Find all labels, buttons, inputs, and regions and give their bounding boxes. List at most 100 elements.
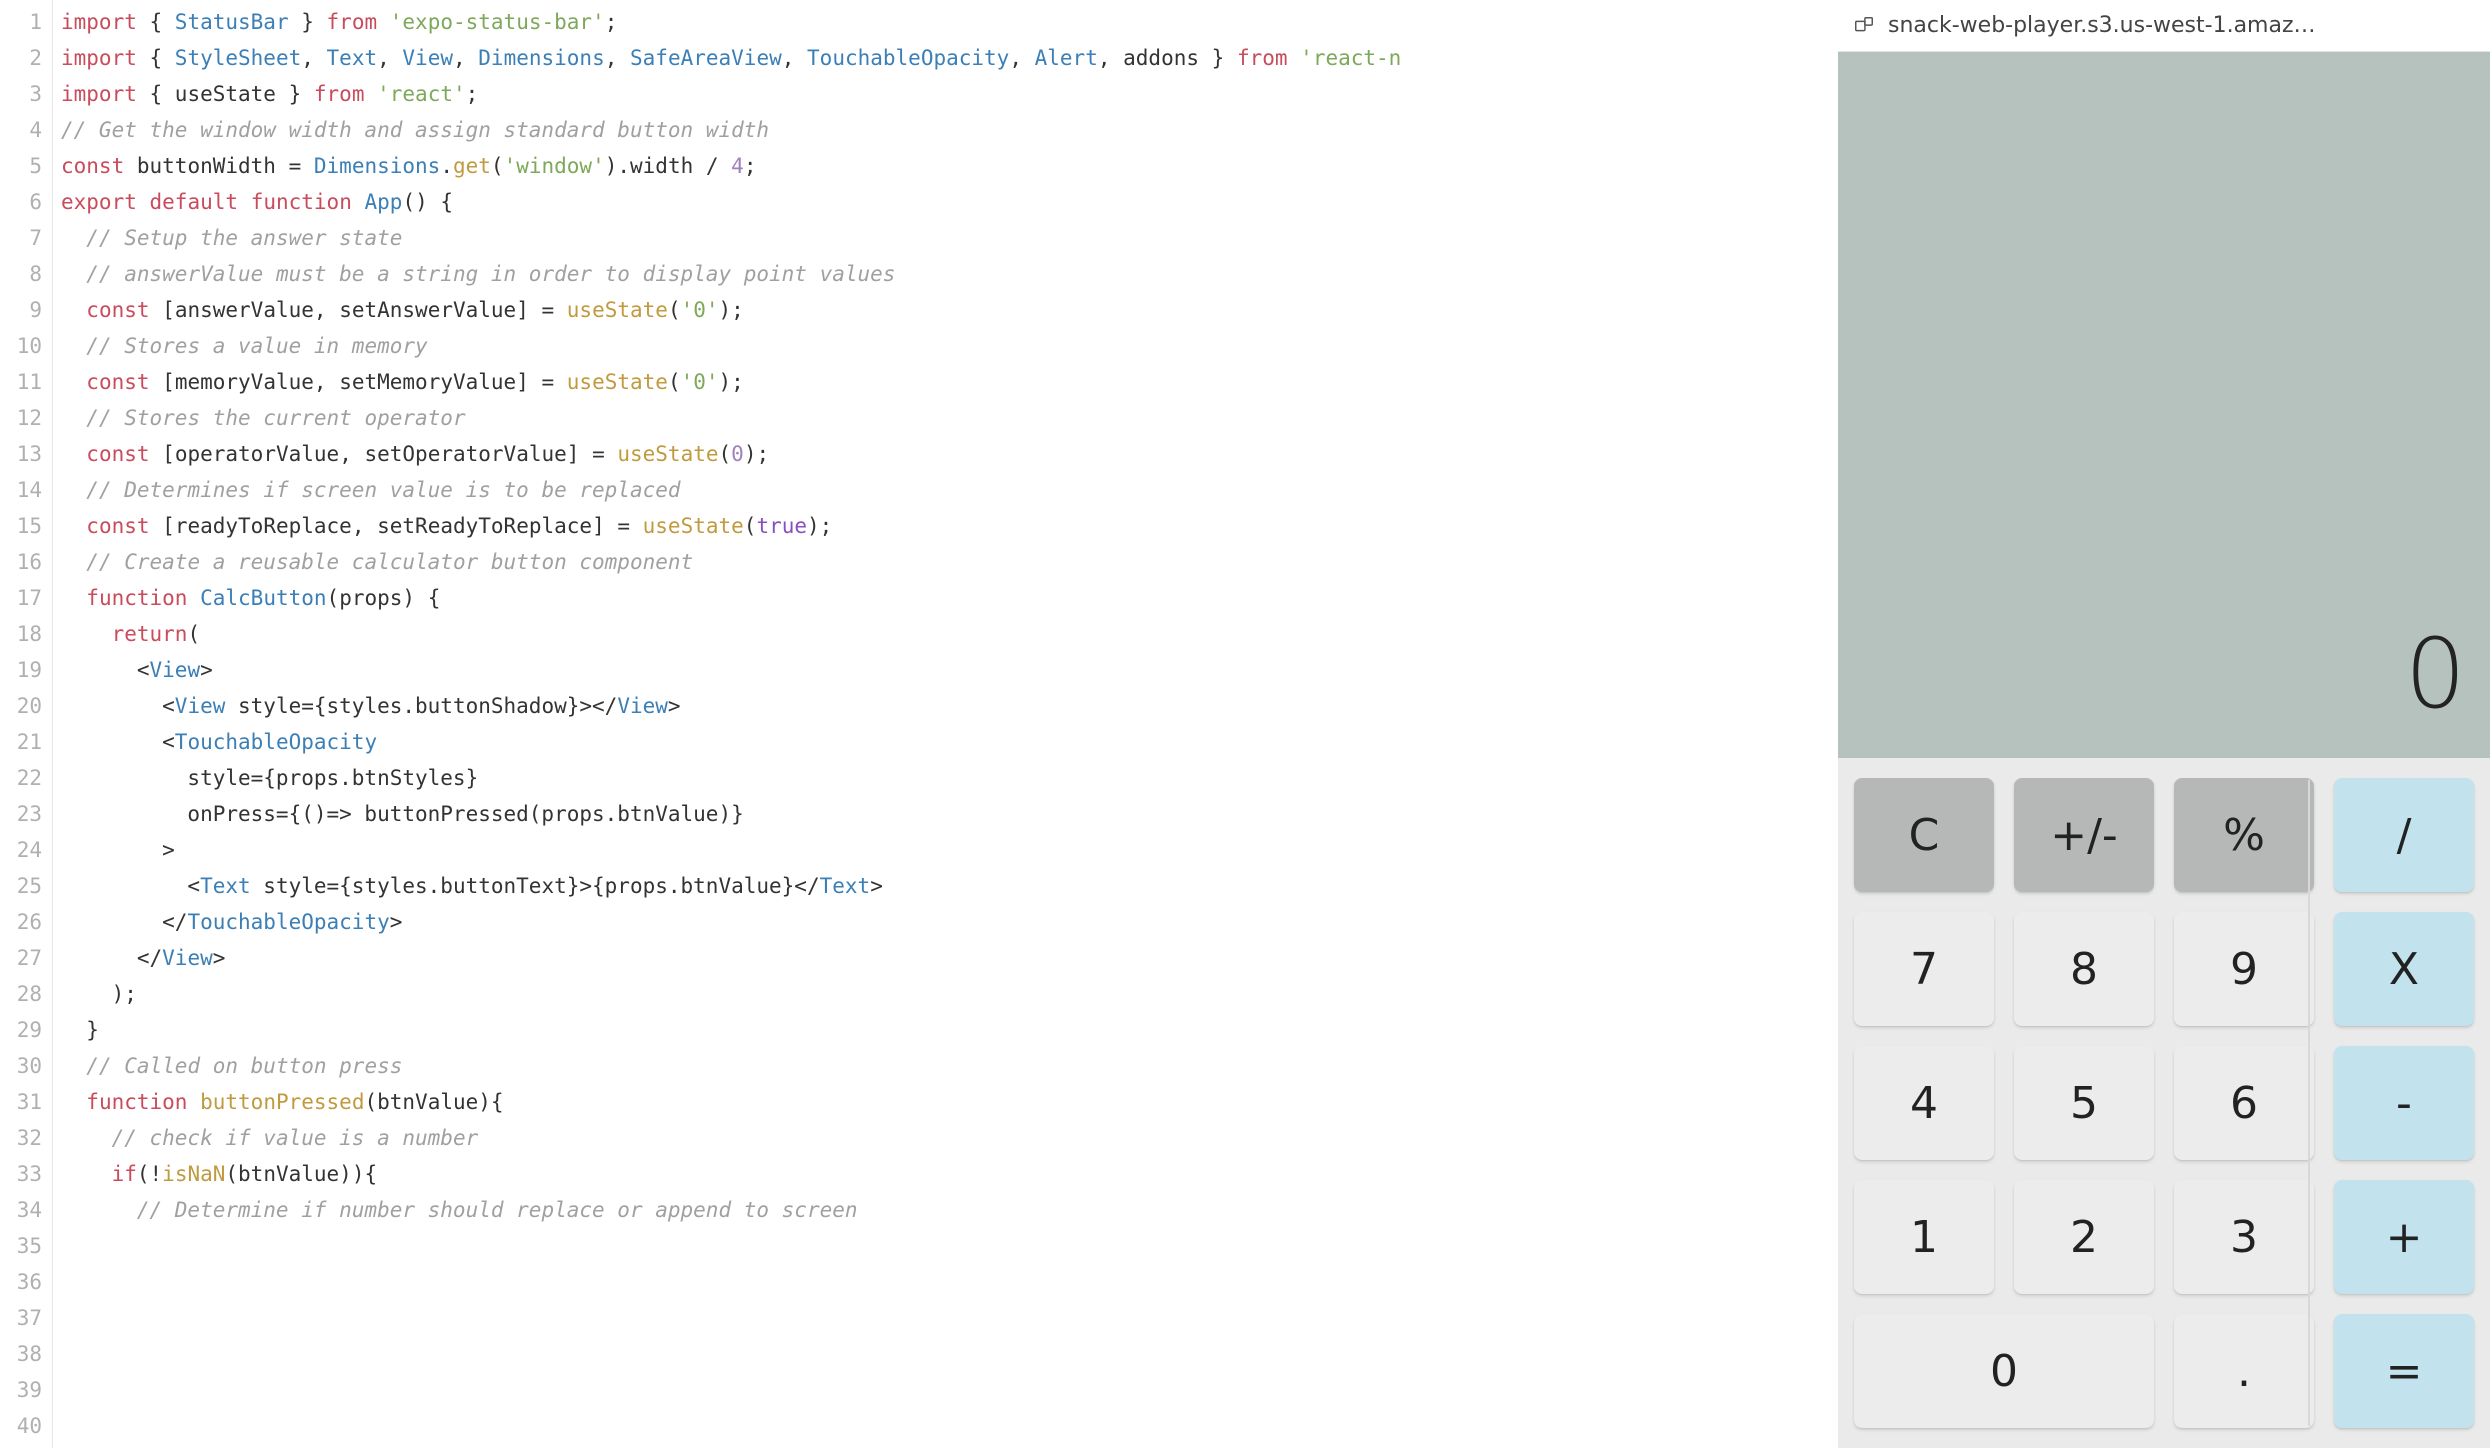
code-area[interactable]: import { StatusBar } from 'expo-status-b… [52,0,1838,1448]
code-line[interactable]: // Setup the answer state [61,220,1838,256]
line-number: 40 [6,1408,42,1444]
line-number: 32 [6,1120,42,1156]
line-number: 8 [6,256,42,292]
app-preview-pane: snack-web-player.s3.us-west-1.amaz… 0 C … [1838,0,2490,1448]
line-number: 35 [6,1228,42,1264]
code-line[interactable]: ); [61,976,1838,1012]
line-number: 17 [6,580,42,616]
code-line[interactable]: // Stores a value in memory [61,328,1838,364]
line-number: 31 [6,1084,42,1120]
code-line[interactable]: // Stores the current operator [61,400,1838,436]
code-line[interactable]: </TouchableOpacity> [61,904,1838,940]
code-line[interactable]: export default function App() { [61,184,1838,220]
code-line[interactable]: function buttonPressed(btnValue){ [61,1084,1838,1120]
code-line[interactable]: onPress={()=> buttonPressed(props.btnVal… [61,796,1838,832]
percent-button[interactable]: % [2174,778,2314,892]
line-number: 16 [6,544,42,580]
code-line[interactable]: <View style={styles.buttonShadow}></View… [61,688,1838,724]
line-number: 33 [6,1156,42,1192]
line-number: 11 [6,364,42,400]
line-number: 10 [6,328,42,364]
display-value: 0 [2405,618,2466,730]
code-line[interactable]: function CalcButton(props) { [61,580,1838,616]
code-line[interactable]: // Create a reusable calculator button c… [61,544,1838,580]
line-number: 15 [6,508,42,544]
calculator-app: 0 C +/- % / 7 8 9 X 4 5 6 - 1 2 3 + [1838,52,2490,1448]
code-line[interactable]: // Get the window width and assign stand… [61,112,1838,148]
code-line[interactable]: if(!isNaN(btnValue)){ [61,1156,1838,1192]
line-number: 36 [6,1264,42,1300]
equals-button[interactable]: = [2334,1314,2474,1428]
inspect-icon [1852,14,1876,38]
code-line[interactable]: // Determines if screen value is to be r… [61,472,1838,508]
line-number: 23 [6,796,42,832]
multiply-button[interactable]: X [2334,912,2474,1026]
line-number: 18 [6,616,42,652]
three-button[interactable]: 3 [2174,1180,2314,1294]
divide-button[interactable]: / [2334,778,2474,892]
line-number: 29 [6,1012,42,1048]
four-button[interactable]: 4 [1854,1046,1994,1160]
preview-url-bar: snack-web-player.s3.us-west-1.amaz… [1838,0,2490,52]
code-line[interactable]: // answerValue must be a string in order… [61,256,1838,292]
code-line[interactable]: return( [61,616,1838,652]
line-number: 25 [6,868,42,904]
code-line[interactable]: import { useState } from 'react'; [61,76,1838,112]
line-number: 9 [6,292,42,328]
code-line[interactable]: const [readyToReplace, setReadyToReplace… [61,508,1838,544]
line-number: 37 [6,1300,42,1336]
line-number: 19 [6,652,42,688]
six-button[interactable]: 6 [2174,1046,2314,1160]
code-line[interactable]: <Text style={styles.buttonText}>{props.b… [61,868,1838,904]
line-number: 3 [6,76,42,112]
line-number: 38 [6,1336,42,1372]
code-line[interactable]: const [answerValue, setAnswerValue] = us… [61,292,1838,328]
line-number: 28 [6,976,42,1012]
line-number: 24 [6,832,42,868]
code-line[interactable]: // Called on button press [61,1048,1838,1084]
code-line[interactable]: const [memoryValue, setMemoryValue] = us… [61,364,1838,400]
calculator-keypad: C +/- % / 7 8 9 X 4 5 6 - 1 2 3 + 0 . = [1838,758,2490,1448]
code-line[interactable]: import { StatusBar } from 'expo-status-b… [61,4,1838,40]
line-number: 4 [6,112,42,148]
keypad-divider [2308,780,2310,1426]
nine-button[interactable]: 9 [2174,912,2314,1026]
clear-button[interactable]: C [1854,778,1994,892]
line-number: 13 [6,436,42,472]
add-button[interactable]: + [2334,1180,2474,1294]
plus-minus-button[interactable]: +/- [2014,778,2154,892]
code-line[interactable]: > [61,832,1838,868]
line-number: 21 [6,724,42,760]
decimal-button[interactable]: . [2174,1314,2314,1428]
code-line[interactable]: // Determine if number should replace or… [61,1192,1838,1228]
line-number: 1 [6,4,42,40]
seven-button[interactable]: 7 [1854,912,1994,1026]
line-number: 7 [6,220,42,256]
line-number-gutter: 1234567891011121314151617181920212223242… [0,0,52,1448]
preview-url-text: snack-web-player.s3.us-west-1.amaz… [1888,13,2316,38]
zero-button[interactable]: 0 [1854,1314,2154,1428]
code-editor[interactable]: 1234567891011121314151617181920212223242… [0,0,1838,1448]
line-number: 12 [6,400,42,436]
code-line[interactable]: <TouchableOpacity [61,724,1838,760]
line-number: 26 [6,904,42,940]
code-line[interactable]: const [operatorValue, setOperatorValue] … [61,436,1838,472]
code-line[interactable]: import { StyleSheet, Text, View, Dimensi… [61,40,1838,76]
code-line[interactable]: } [61,1012,1838,1048]
line-number: 5 [6,148,42,184]
line-number: 30 [6,1048,42,1084]
code-line[interactable]: <View> [61,652,1838,688]
line-number: 14 [6,472,42,508]
code-line[interactable]: const buttonWidth = Dimensions.get('wind… [61,148,1838,184]
five-button[interactable]: 5 [2014,1046,2154,1160]
line-number: 6 [6,184,42,220]
code-line[interactable]: style={props.btnStyles} [61,760,1838,796]
eight-button[interactable]: 8 [2014,912,2154,1026]
one-button[interactable]: 1 [1854,1180,1994,1294]
code-line[interactable]: // check if value is a number [61,1120,1838,1156]
calculator-display: 0 [1838,52,2490,758]
subtract-button[interactable]: - [2334,1046,2474,1160]
two-button[interactable]: 2 [2014,1180,2154,1294]
code-line[interactable]: </View> [61,940,1838,976]
line-number: 22 [6,760,42,796]
